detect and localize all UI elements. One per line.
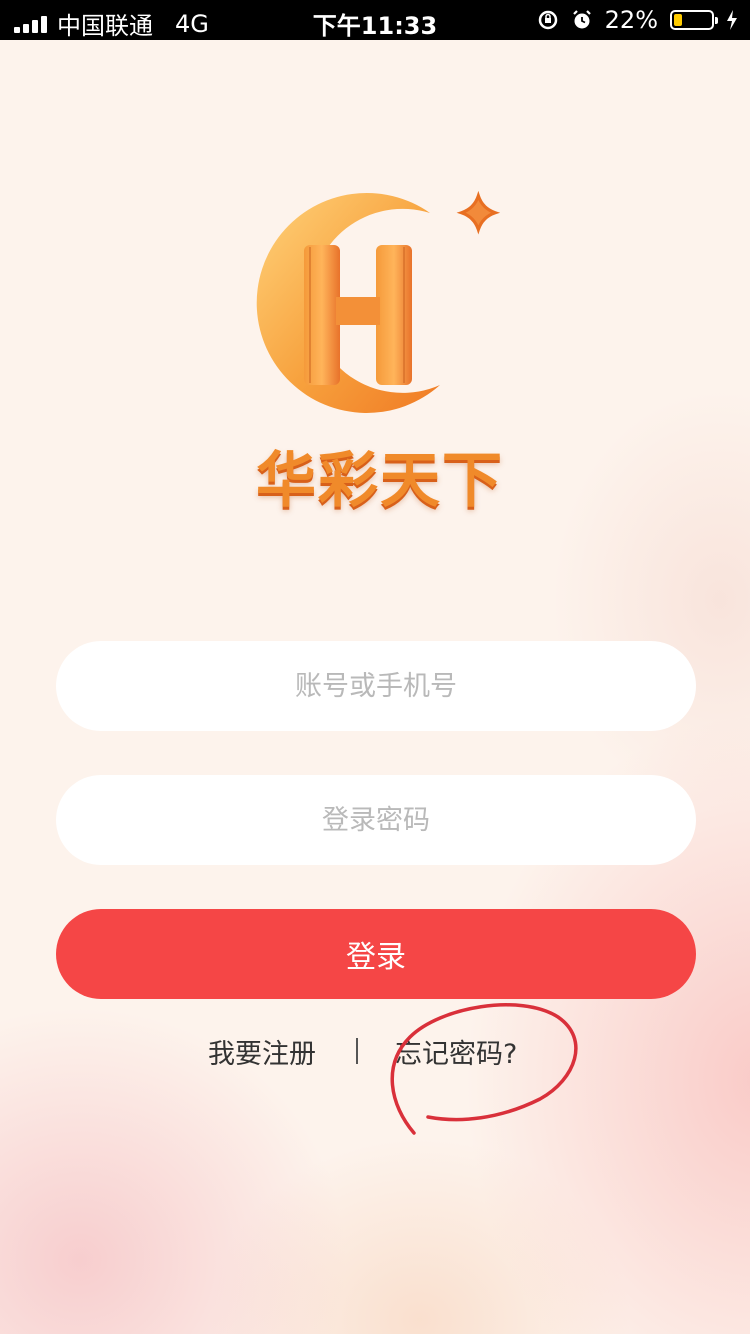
charging-icon <box>727 10 737 30</box>
battery-icon <box>670 10 718 30</box>
login-button[interactable]: 登录 <box>56 909 696 999</box>
password-input[interactable] <box>56 775 696 865</box>
logo-plus-badge <box>456 190 501 235</box>
status-indicators: 22% <box>537 6 738 34</box>
link-divider <box>356 1038 358 1064</box>
account-input[interactable] <box>56 641 696 731</box>
battery-fill <box>674 14 682 26</box>
status-bar: 中国联通 4G 下午11:33 22% <box>0 0 750 40</box>
orientation-lock-icon <box>538 10 557 30</box>
register-link[interactable]: 我要注册 <box>208 1032 316 1071</box>
forgot-password-link[interactable]: 忘记密码? <box>395 1032 517 1071</box>
alarm-icon <box>572 10 591 29</box>
logo-h-letter <box>304 245 412 385</box>
auth-links: 我要注册 忘记密码? <box>0 1032 750 1072</box>
brand-name: 华彩天下 <box>256 446 504 516</box>
battery-percent: 22% <box>604 6 658 34</box>
